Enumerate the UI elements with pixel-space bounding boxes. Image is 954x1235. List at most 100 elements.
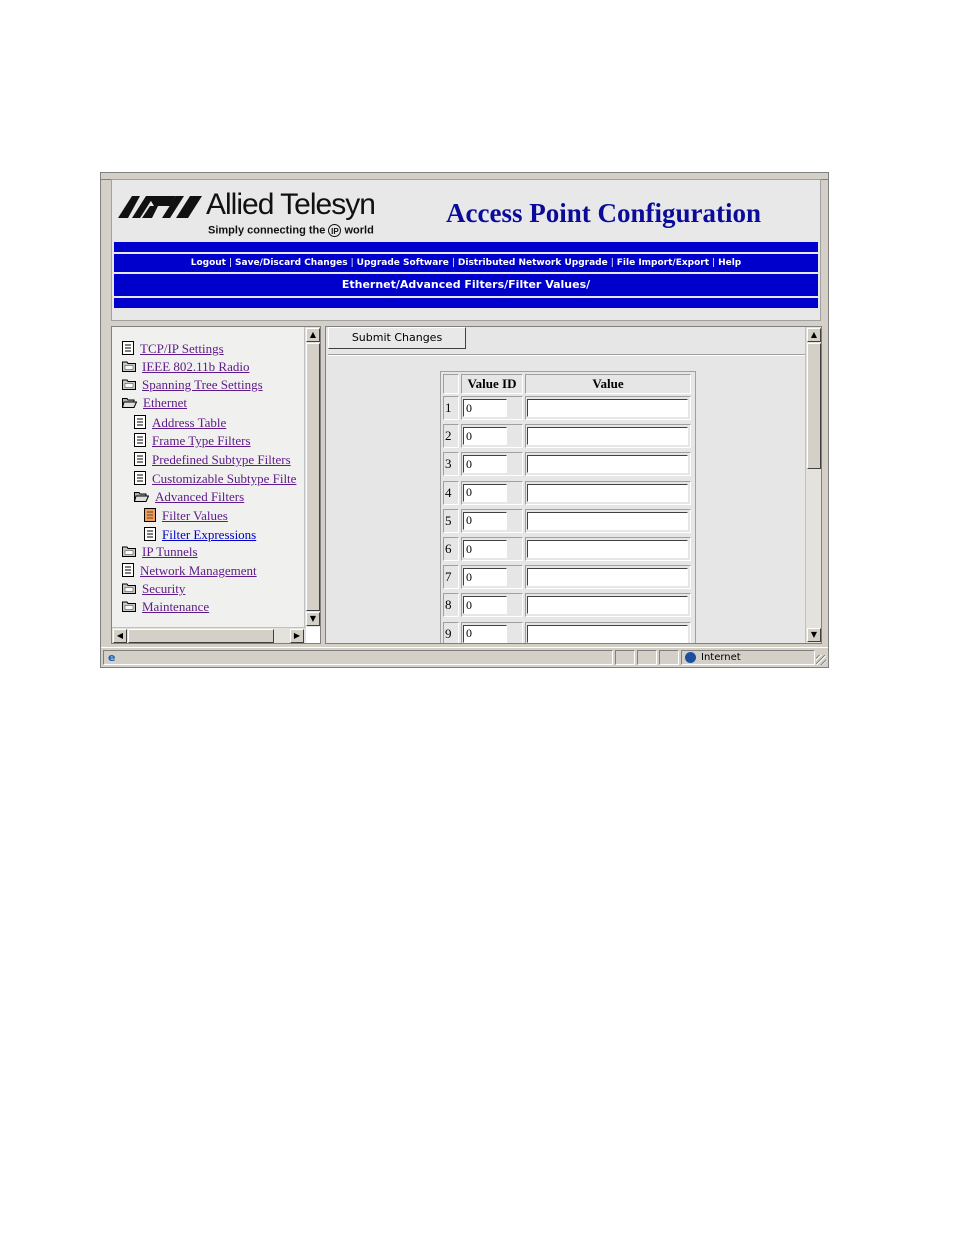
tree-item-label: Security <box>142 581 186 596</box>
row-number: 2 <box>443 424 459 449</box>
page-selected-icon <box>144 508 156 526</box>
value-id-input[interactable] <box>463 483 507 502</box>
value-id-cell <box>461 480 523 505</box>
tree-scroll-left-icon[interactable]: ◀ <box>113 629 127 643</box>
value-input[interactable] <box>527 511 688 530</box>
value-input[interactable] <box>527 568 688 587</box>
tree-scroll-right-icon[interactable]: ▶ <box>290 629 304 643</box>
row-number: 3 <box>443 452 459 477</box>
tree-item-customizable-subtype-filte[interactable]: Customizable Subtype Filte <box>134 471 296 487</box>
tree-item-frame-type-filters[interactable]: Frame Type Filters <box>134 433 251 449</box>
tree-item-address-table[interactable]: Address Table <box>134 415 226 431</box>
value-cell <box>525 424 691 449</box>
value-input[interactable] <box>527 483 688 502</box>
content-scroll-up-icon[interactable]: ▲ <box>807 328 821 342</box>
tree-item-label: TCP/IP Settings <box>140 341 224 356</box>
content-scroll-down-icon[interactable]: ▼ <box>807 628 821 642</box>
tree-hscroll-thumb[interactable] <box>128 629 274 643</box>
value-id-header: Value ID <box>461 374 523 394</box>
tree-item-ethernet[interactable]: Ethernet <box>121 395 187 412</box>
ip-circle-text: IP <box>331 227 339 236</box>
folder-closed-icon <box>122 600 136 616</box>
submit-changes-button[interactable]: Submit Changes <box>328 327 466 349</box>
value-input[interactable] <box>527 399 688 417</box>
value-header: Value <box>525 374 691 394</box>
tree-item-spanning-tree-settings[interactable]: Spanning Tree Settings <box>122 377 263 393</box>
tree-item-predefined-subtype-filters[interactable]: Predefined Subtype Filters <box>134 452 291 468</box>
nav-link-distributed-network-upgrade[interactable]: Distributed Network Upgrade <box>458 258 608 268</box>
navigation-tree: TCP/IP Settings IEEE 802.11b Radio Spannin… <box>112 327 306 627</box>
tree-item-filter-values[interactable]: Filter Values <box>144 508 228 524</box>
resize-grip-icon[interactable] <box>816 655 826 665</box>
ip-circle-icon: IP <box>328 224 342 237</box>
globe-icon <box>685 652 696 663</box>
value-input[interactable] <box>527 455 688 474</box>
tree-item-label: Customizable Subtype Filte <box>152 471 297 486</box>
logo-tagline-pre: Simply connecting the <box>208 224 326 237</box>
tree-item-label: Network Management <box>140 563 257 578</box>
tree-item-ieee-802-11b-radio[interactable]: IEEE 802.11b Radio <box>122 359 249 375</box>
nav-link-upgrade-software[interactable]: Upgrade Software <box>357 258 449 268</box>
value-id-cell <box>461 593 523 618</box>
row-number: 6 <box>443 537 459 561</box>
value-cell <box>525 593 691 618</box>
header-frame: Allied Telesyn Simply connecting the IP … <box>111 179 821 321</box>
row-number: 1 <box>443 396 459 420</box>
navigation-tree-pane: TCP/IP Settings IEEE 802.11b Radio Spannin… <box>111 326 321 644</box>
value-id-input[interactable] <box>463 624 507 643</box>
value-input[interactable] <box>527 540 688 558</box>
tree-item-label: Maintenance <box>142 599 210 614</box>
nav-separator: | <box>610 258 614 268</box>
tree-item-security[interactable]: Security <box>122 581 185 597</box>
tree-item-label: Address Table <box>152 415 227 430</box>
status-main-panel: e <box>103 650 613 665</box>
value-input[interactable] <box>527 624 688 643</box>
filter-values-table: Value ID Value 1 2 3 4 5 6 7 8 9 <box>440 371 696 643</box>
folder-open-icon <box>121 396 138 412</box>
folder-closed-icon <box>122 545 136 561</box>
tree-horizontal-scrollbar[interactable]: ◀ ▶ <box>112 627 306 643</box>
content-scroll-thumb[interactable] <box>807 343 821 469</box>
tree-vertical-scrollbar[interactable]: ▲ ▼ <box>304 327 320 627</box>
tree-item-advanced-filters[interactable]: Advanced Filters <box>133 489 245 505</box>
tree-item-maintenance[interactable]: Maintenance <box>122 599 209 615</box>
nav-link-save-discard-changes[interactable]: Save/Discard Changes <box>235 258 348 268</box>
nav-separator: | <box>451 258 455 268</box>
value-id-cell <box>461 424 523 449</box>
folder-closed-icon <box>122 378 136 394</box>
value-id-cell <box>461 537 523 561</box>
status-panel-a <box>615 650 635 665</box>
ie-page-icon: e <box>108 651 116 664</box>
tree-scroll-thumb[interactable] <box>306 343 320 611</box>
tree-scroll-down-icon[interactable]: ▼ <box>306 612 320 626</box>
browser-window: Allied Telesyn Simply connecting the IP … <box>100 172 829 668</box>
status-bar: e Internet <box>101 647 828 667</box>
content-vertical-scrollbar[interactable]: ▲ ▼ <box>805 327 821 643</box>
value-id-input[interactable] <box>463 399 507 417</box>
value-id-input[interactable] <box>463 455 507 474</box>
value-id-input[interactable] <box>463 511 507 530</box>
value-id-input[interactable] <box>463 540 507 558</box>
row-number: 7 <box>443 565 459 590</box>
tree-item-tcp-ip-settings[interactable]: TCP/IP Settings <box>122 341 224 357</box>
tree-item-filter-expressions[interactable]: Filter Expressions <box>144 527 256 543</box>
tree-item-ip-tunnels[interactable]: IP Tunnels <box>122 544 198 560</box>
value-id-cell <box>461 621 523 643</box>
value-id-input[interactable] <box>463 568 507 587</box>
header-bar-top <box>114 242 818 252</box>
value-input[interactable] <box>527 596 688 615</box>
tree-scroll-up-icon[interactable]: ▲ <box>306 328 320 342</box>
tree-item-network-management[interactable]: Network Management <box>122 563 257 579</box>
tree-item-label: Spanning Tree Settings <box>142 377 263 392</box>
breadcrumb: Ethernet/Advanced Filters/Filter Values/ <box>114 274 818 296</box>
nav-link-help[interactable]: Help <box>718 258 741 268</box>
value-id-input[interactable] <box>463 427 507 446</box>
value-input[interactable] <box>527 427 688 446</box>
value-id-input[interactable] <box>463 596 507 615</box>
row-number: 4 <box>443 480 459 505</box>
tree-item-label: Advanced Filters <box>155 489 245 504</box>
nav-link-logout[interactable]: Logout <box>191 258 226 268</box>
content-pane: Submit Changes Value ID Value 123456789 … <box>325 326 822 644</box>
tree-item-label: IP Tunnels <box>142 544 198 559</box>
nav-link-file-import-export[interactable]: File Import/Export <box>617 258 709 268</box>
